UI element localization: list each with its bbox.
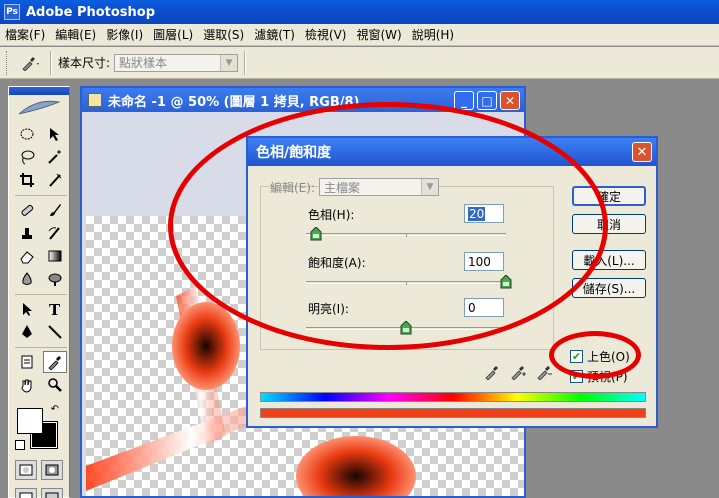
line-tool-icon[interactable] (43, 321, 67, 343)
blur-tool-icon[interactable] (15, 268, 39, 290)
toolbox-panel: T ↶ (8, 86, 70, 498)
gradient-tool-icon[interactable] (43, 245, 67, 267)
foreground-color-swatch[interactable] (17, 408, 43, 434)
document-icon (88, 93, 102, 107)
close-icon[interactable]: ✕ (500, 91, 520, 110)
annotation-ring-large (168, 102, 608, 350)
dodge-tool-icon[interactable] (43, 268, 67, 290)
eyedropper-tool-icon[interactable] (43, 351, 67, 373)
eyedropper-plus-icon[interactable] (510, 364, 526, 383)
maximize-icon[interactable]: □ (477, 91, 497, 110)
menu-select[interactable]: 選取(S) (198, 26, 249, 43)
menu-view[interactable]: 檢視(V) (300, 26, 352, 43)
menu-help[interactable]: 說明(H) (407, 26, 459, 43)
sample-size-value: 點狀樣本 (119, 56, 168, 70)
zoom-tool-icon[interactable] (43, 374, 67, 396)
brush-tool-icon[interactable] (43, 199, 67, 221)
minimize-icon[interactable]: _ (454, 91, 474, 110)
type-tool-icon[interactable]: T (43, 298, 67, 320)
menu-filter[interactable]: 濾鏡(T) (249, 26, 300, 43)
options-separator (50, 50, 52, 75)
photoshop-logo-icon: Ps (4, 4, 20, 20)
notes-tool-icon[interactable] (15, 351, 39, 373)
options-grip[interactable] (6, 50, 10, 75)
feather-icon[interactable] (9, 95, 69, 121)
menu-edit[interactable]: 編輯(E) (50, 26, 101, 43)
lasso-tool-icon[interactable] (15, 146, 39, 168)
path-select-icon[interactable] (15, 298, 39, 320)
app-title: Adobe Photoshop (26, 4, 156, 20)
menu-window[interactable]: 視窗(W) (351, 26, 406, 43)
svg-text:T: T (49, 301, 61, 317)
eyedropper-icon[interactable] (18, 52, 44, 74)
standard-mode-icon[interactable] (15, 460, 37, 480)
magic-wand-icon[interactable] (43, 146, 67, 168)
clone-stamp-icon[interactable] (15, 222, 39, 244)
slice-tool-icon[interactable] (43, 169, 67, 191)
dialog-close-icon[interactable]: ✕ (632, 142, 652, 162)
default-colors-icon[interactable] (15, 440, 25, 450)
menu-file[interactable]: 檔案(F) (0, 26, 50, 43)
marquee-tool-icon[interactable] (15, 123, 39, 145)
eyedropper-minus-icon[interactable] (536, 364, 552, 383)
color-swatches: ↶ (15, 404, 63, 450)
menu-layer[interactable]: 圖層(L) (148, 26, 198, 43)
move-tool-icon[interactable] (43, 123, 67, 145)
crop-tool-icon[interactable] (15, 169, 39, 191)
healing-brush-icon[interactable] (15, 199, 39, 221)
toolbox-header[interactable] (9, 87, 69, 95)
eyedropper-group (484, 364, 552, 383)
options-separator-2 (244, 50, 247, 75)
eyedropper-icon[interactable] (484, 364, 500, 383)
app-title-bar: Ps Adobe Photoshop (0, 0, 719, 24)
quick-mask-icon[interactable] (41, 460, 63, 480)
sample-size-label: 樣本尺寸: (58, 56, 111, 70)
eraser-tool-icon[interactable] (15, 245, 39, 267)
full-screen-icon[interactable] (41, 488, 63, 498)
options-bar: 樣本尺寸: 點狀樣本 ▼ (0, 47, 719, 79)
screen-mode-icon[interactable] (15, 488, 37, 498)
pen-tool-icon[interactable] (15, 321, 39, 343)
history-brush-icon[interactable] (43, 222, 67, 244)
swap-colors-icon[interactable]: ↶ (51, 404, 59, 415)
result-spectrum-bar (260, 408, 646, 418)
chevron-down-icon[interactable]: ▼ (220, 54, 238, 71)
annotation-ring-colorize (549, 331, 641, 379)
menu-image[interactable]: 影像(I) (101, 26, 148, 43)
source-spectrum-bar (260, 392, 646, 402)
hand-tool-icon[interactable] (15, 374, 39, 396)
sample-size-select[interactable]: 點狀樣本 ▼ (114, 53, 239, 72)
menu-bar: 檔案(F) 編輯(E) 影像(I) 圖層(L) 選取(S) 濾鏡(T) 檢視(V… (0, 24, 719, 46)
